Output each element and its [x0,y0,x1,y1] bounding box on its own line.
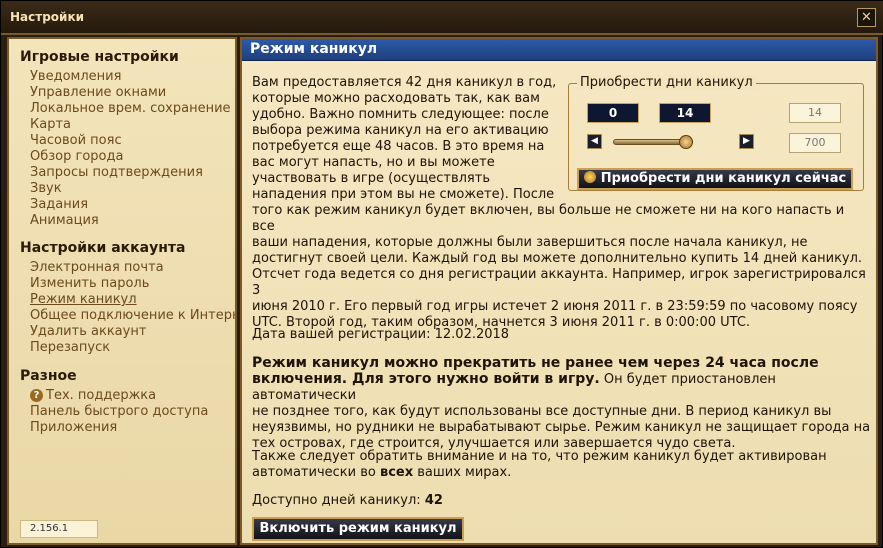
text-line: неуязвимы, но рудники не вырабатывают сы… [252,420,871,435]
help-icon: ? [30,389,43,402]
buy-days-button-label: Приобрести дни каникул сейчас [600,171,847,186]
slider-right-button[interactable]: ▶ [739,134,754,149]
sidebar-item-quickbar[interactable]: Панель быстрого доступа [30,404,235,419]
vacation-panel: Режим каникул Вам предоставляется 42 дня… [240,37,878,545]
buy-days-legend: Приобрести дни каникул [577,75,756,90]
slider-left-button[interactable]: ◀ [587,134,602,149]
text-line: июня 2010 г. Его первый год игры истечет… [252,299,858,314]
sidebar-item-map[interactable]: Карта [30,117,235,132]
days-input[interactable]: 14 [789,103,841,123]
sidebar-item-email[interactable]: Электронная почта [30,260,235,275]
text-line: автоматически во [252,465,380,480]
sidebar-item-restart[interactable]: Перезапуск [30,340,235,355]
panel-header: Режим каникул [242,39,876,61]
window-title: Настройки [10,10,85,24]
buy-days-box: Приобрести дни каникул 0 14 14 ◀ ▶ 700 П… [568,75,864,191]
arrow-right-icon: ▶ [743,136,750,146]
sidebar-item-quests[interactable]: Задания [30,197,235,212]
available-days-value: 42 [424,493,443,508]
settings-window: Настройки ✕ Игровые настройки Уведомлени… [0,0,883,548]
section-title-game: Игровые настройки [20,49,179,65]
section-title-account: Настройки аккаунта [20,240,186,256]
sidebar-item-city-overview[interactable]: Обзор города [30,149,235,164]
sidebar-item-support[interactable]: ? Тех. поддержка [30,388,235,403]
current-days-display: 0 [587,103,639,123]
selected-days-display: 14 [659,103,711,123]
sidebar-item-apps[interactable]: Приложения [30,420,235,435]
panel-title: Режим каникул [250,41,378,57]
close-icon: ✕ [861,10,872,25]
year-text: Отсчет года ведется со дня регистрации а… [252,267,872,331]
window-titlebar[interactable]: Настройки ✕ [1,1,883,35]
section-title-other: Разное [20,368,77,384]
registration-date: Дата вашей регистрации: 12.02.2018 [252,327,510,342]
text-line: того как режим каникул будет включен, вы… [252,203,845,234]
text-line: Отсчет года ведется со дня регистрации а… [252,267,866,298]
version-label: 2.156.1 [20,520,98,538]
sidebar-item-vacation-mode[interactable]: Режим каникул [30,292,235,307]
sidebar-item-animation[interactable]: Анимация [30,213,235,228]
text-line: Также следует обратить внимание и на то,… [252,449,827,464]
arrow-left-icon: ◀ [591,136,598,146]
sidebar-item-confirmations[interactable]: Запросы подтверждения [30,165,235,180]
text-line: ваших мирах. [413,465,512,480]
sidebar-item-local-save[interactable]: Локальное врем. сохранение [30,101,235,116]
sidebar-item-delete-account[interactable]: Удалить аккаунт [30,324,235,339]
gold-cost-input[interactable]: 700 [789,133,841,153]
note-text: Также следует обратить внимание и на то,… [252,449,872,481]
sidebar-item-change-password[interactable]: Изменить пароль [30,276,235,291]
stop-bold-line: включения. Для этого нужно войти в игру. [252,371,600,387]
gold-coin-icon [583,171,596,183]
available-days: Доступно дней каникул: 42 [252,493,443,509]
close-button[interactable]: ✕ [857,8,876,27]
text-line: ваши нападения, которые должны были заве… [252,235,808,250]
buy-days-button[interactable]: Приобрести дни каникул сейчас [577,168,853,190]
sidebar-item-window-management[interactable]: Управление окнами [30,85,235,100]
sidebar-item-shared-connection[interactable]: Общее подключение к Интерне [30,308,235,323]
sidebar-item-timezone[interactable]: Часовой пояс [30,133,235,148]
available-days-label: Доступно дней каникул: [252,493,425,508]
settings-sidebar: Игровые настройки Уведомления Управление… [7,37,237,545]
stop-bold-line: Режим каникул можно прекратить не ранее … [252,355,819,371]
text-line: не позднее того, как будут использованы … [252,404,832,419]
bold-word: всех [379,465,414,480]
sidebar-item-notifications[interactable]: Уведомления [30,69,235,84]
sidebar-item-support-label: Тех. поддержка [46,388,157,403]
text-line: достигнут своей цели. Каждый год вы може… [252,251,863,266]
enable-vacation-button[interactable]: Включить режим каникул [252,517,464,541]
sidebar-item-sound[interactable]: Звук [30,181,235,196]
stop-text: Режим каникул можно прекратить не ранее … [252,355,872,452]
days-slider-handle[interactable] [679,135,693,149]
